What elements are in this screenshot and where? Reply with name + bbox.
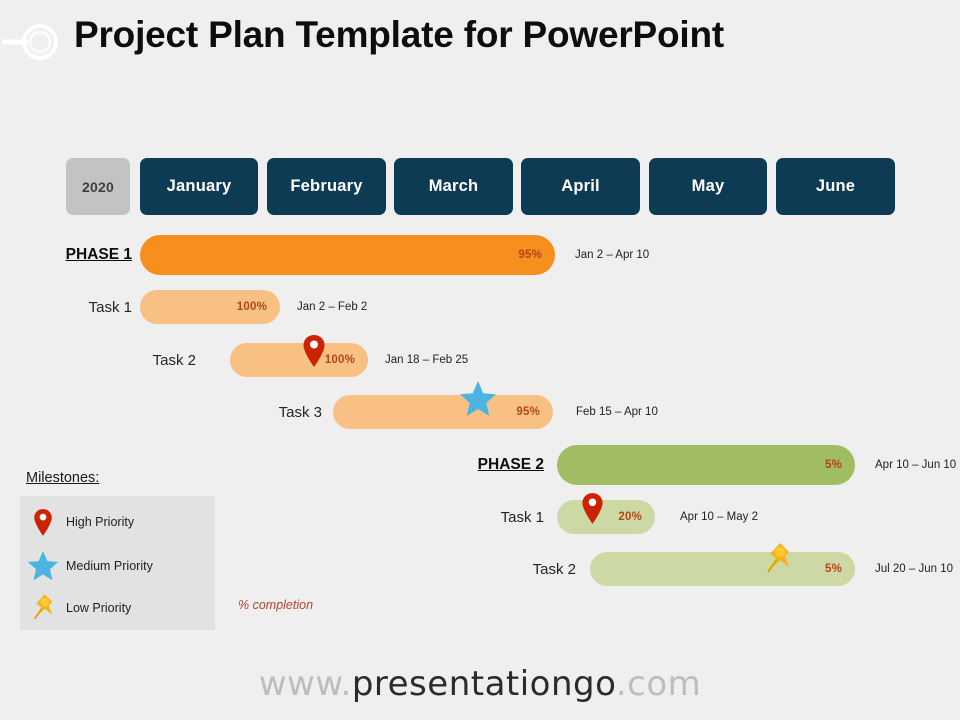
gantt-bar-task-2a[interactable]: 100%: [230, 343, 368, 377]
row-label-task-1b: Task 1: [500, 508, 544, 526]
pushpin-icon: [20, 591, 66, 625]
footer-suffix: .com: [615, 664, 702, 704]
gantt-bar-task-1b[interactable]: 20%: [557, 500, 655, 534]
gantt-row: PHASE 2 5% Apr 10 – Jun 10: [0, 443, 960, 487]
gantt-row: Task 1 100% Jan 2 – Feb 2: [0, 285, 960, 329]
timeline-month-header: 2020 January February March April May Ju…: [0, 158, 960, 216]
row-label-task-1a: Task 1: [88, 298, 132, 316]
month-cell-april[interactable]: April: [521, 158, 640, 215]
timeline-year-cell: 2020: [66, 158, 130, 215]
month-cell-march[interactable]: March: [394, 158, 513, 215]
row-dates-phase-2: Apr 10 – Jun 10: [875, 459, 957, 471]
row-label-task-2b: Task 2: [532, 560, 576, 578]
star-icon: [20, 550, 66, 582]
gantt-row: PHASE 1 95% Jan 2 – Apr 10: [0, 233, 960, 277]
row-label-phase-1: PHASE 1: [65, 246, 132, 263]
row-label-phase-2: PHASE 2: [477, 456, 544, 473]
gantt-row: Task 2 100% Jan 18 – Feb 25: [0, 335, 960, 382]
magnifier-ring-icon: [2, 20, 64, 64]
bar-percent-label: 5%: [824, 459, 842, 471]
completion-note: % completion: [238, 598, 314, 612]
month-cell-february[interactable]: February: [267, 158, 386, 215]
gantt-row: Task 3 95% Feb 15 – Apr 10: [0, 381, 960, 434]
map-pin-icon[interactable]: [581, 492, 604, 530]
gantt-bar-phase-2[interactable]: 5%: [557, 445, 855, 485]
legend-label: High Priority: [66, 515, 135, 529]
row-dates-task-1b: Apr 10 – May 2: [680, 511, 758, 523]
bar-percent-label: 95%: [516, 406, 540, 418]
bar-percent-label: 20%: [618, 511, 642, 523]
page-title: Project Plan Template for PowerPoint: [74, 14, 725, 55]
milestones-title: Milestones:: [26, 470, 100, 486]
month-cell-january[interactable]: January: [140, 158, 258, 215]
gantt-bar-task-2b[interactable]: 5%: [590, 552, 855, 586]
row-label-task-3a: Task 3: [278, 403, 322, 421]
pushpin-icon[interactable]: [758, 539, 798, 584]
legend-item-low-priority[interactable]: Low Priority: [20, 586, 215, 630]
month-cell-may[interactable]: May: [649, 158, 767, 215]
gantt-bar-task-3a[interactable]: 95%: [333, 395, 553, 429]
row-dates-phase-1: Jan 2 – Apr 10: [575, 249, 650, 261]
row-dates-task-2b: Jul 20 – Jun 10: [875, 563, 954, 575]
bar-percent-label: 100%: [236, 301, 267, 313]
milestones-legend-box: High Priority Medium Priority Low Priori…: [20, 496, 215, 630]
bar-percent-label: 95%: [518, 249, 542, 261]
legend-label: Low Priority: [66, 601, 132, 615]
gantt-bar-task-1a[interactable]: 100%: [140, 290, 280, 324]
row-dates-task-3a: Feb 15 – Apr 10: [576, 406, 658, 418]
row-dates-task-1a: Jan 2 – Feb 2: [297, 301, 368, 313]
bar-percent-label: 100%: [324, 354, 355, 366]
footer-brandname: presentationgo: [351, 664, 616, 704]
footer-brand: www.presentationgo.com: [0, 664, 960, 704]
star-icon[interactable]: [459, 380, 497, 423]
legend-item-medium-priority[interactable]: Medium Priority: [20, 544, 215, 588]
row-label-task-2a: Task 2: [152, 351, 196, 369]
month-cell-june[interactable]: June: [776, 158, 895, 215]
map-pin-icon: [20, 508, 66, 537]
map-pin-icon[interactable]: [302, 334, 326, 373]
bar-percent-label: 5%: [824, 563, 842, 575]
legend-label: Medium Priority: [66, 559, 153, 573]
footer-prefix: www.: [258, 664, 352, 704]
gantt-bar-phase-1[interactable]: 95%: [140, 235, 555, 275]
legend-item-high-priority[interactable]: High Priority: [20, 500, 215, 544]
title-band: Project Plan Template for PowerPoint: [0, 0, 960, 78]
row-dates-task-2a: Jan 18 – Feb 25: [385, 354, 469, 366]
